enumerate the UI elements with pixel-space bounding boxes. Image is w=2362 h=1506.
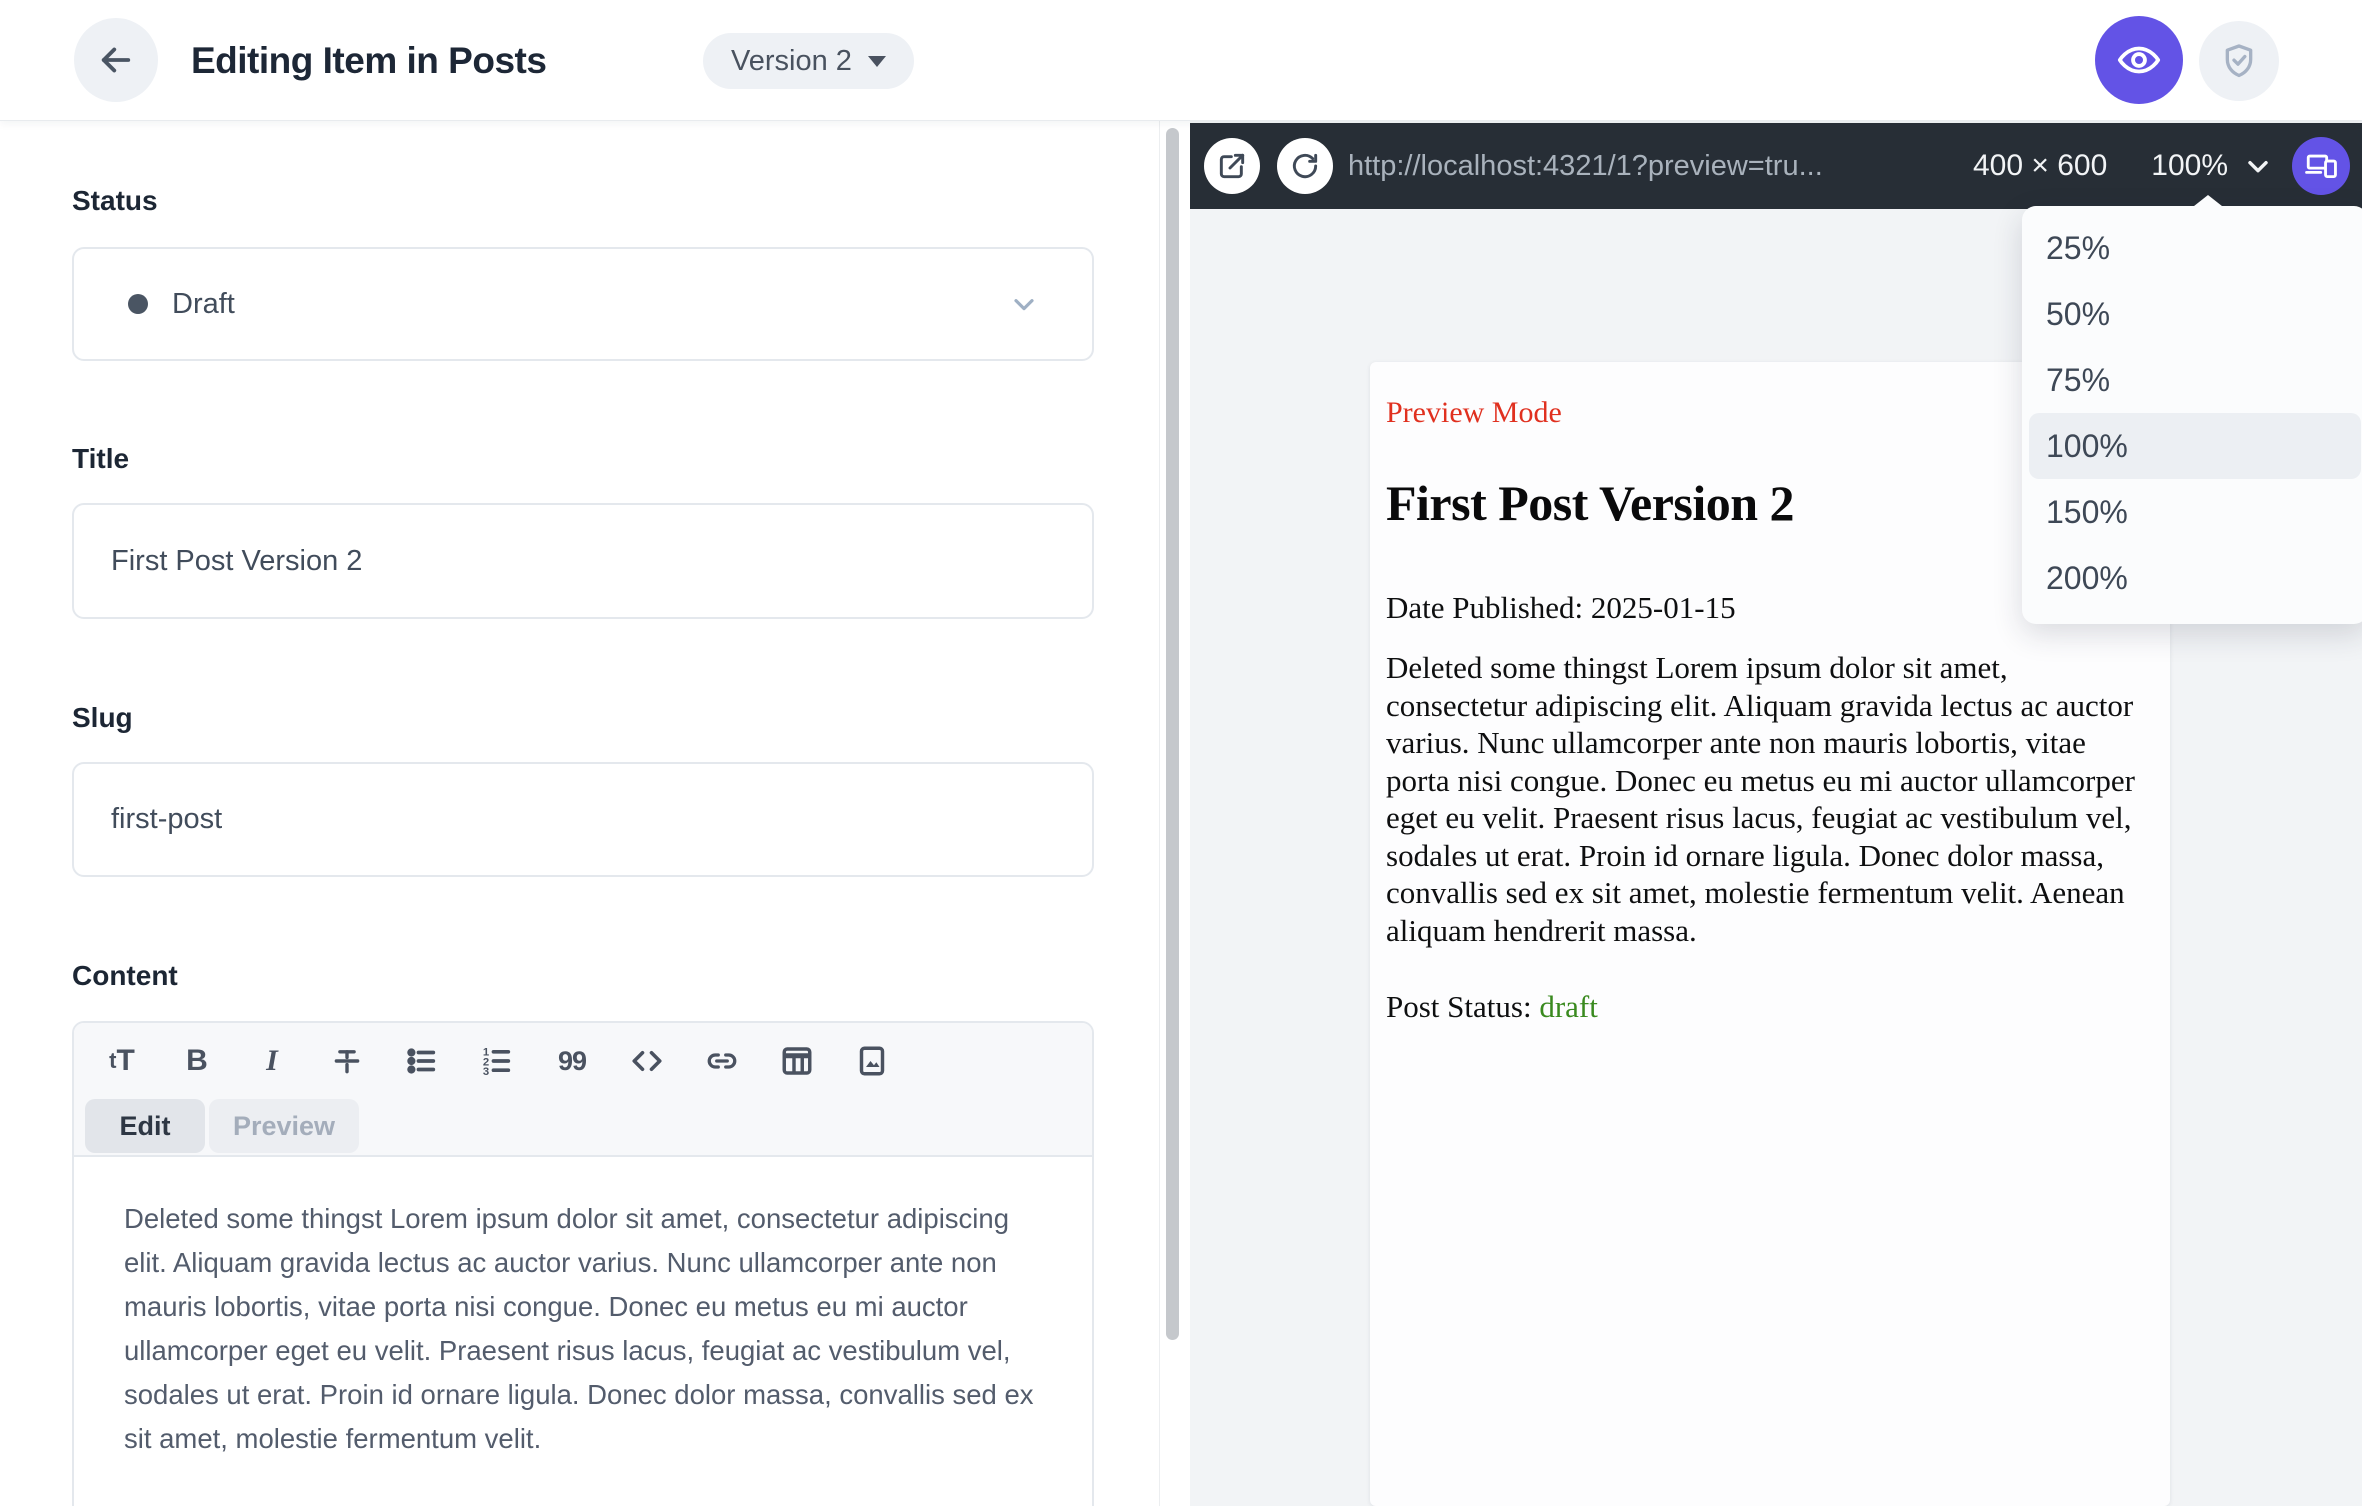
devices-icon — [2304, 149, 2338, 183]
edit-form-panel: Status Draft Title Slug Content tT B I 1… — [0, 121, 1160, 1506]
url-input[interactable]: http://localhost:4321/1?preview=tru... — [1348, 150, 1953, 183]
zoom-option-25[interactable]: 25% — [2022, 215, 2362, 281]
text-size-icon[interactable]: tT — [102, 1041, 142, 1081]
device-size-button[interactable] — [2292, 137, 2350, 195]
svg-text:3: 3 — [483, 1066, 489, 1078]
status-label: Status — [72, 185, 158, 216]
form-scrollbar[interactable] — [1166, 128, 1179, 1340]
title-label: Title — [72, 443, 130, 474]
chevron-down-icon — [2242, 150, 2274, 182]
back-button[interactable] — [74, 18, 158, 102]
bullet-list-icon[interactable] — [402, 1041, 442, 1081]
status-value: Draft — [172, 287, 235, 320]
code-icon[interactable] — [627, 1041, 667, 1081]
version-selector[interactable]: Version 2 — [703, 33, 914, 89]
status-select[interactable]: Draft — [72, 247, 1094, 361]
link-icon[interactable] — [702, 1041, 742, 1081]
status-dot-icon — [128, 294, 148, 314]
slug-input[interactable] — [72, 762, 1094, 877]
tab-preview[interactable]: Preview — [209, 1099, 359, 1153]
validation-button[interactable] — [2199, 21, 2279, 101]
bold-icon[interactable]: B — [177, 1041, 217, 1081]
caret-down-icon — [867, 55, 886, 67]
zoom-option-150[interactable]: 150% — [2022, 479, 2362, 545]
image-icon[interactable] — [852, 1041, 892, 1081]
open-in-new-button[interactable] — [1204, 138, 1260, 194]
zoom-dropdown-menu: 25% 50% 75% 100% 150% 200% — [2022, 206, 2362, 624]
zoom-option-75[interactable]: 75% — [2022, 347, 2362, 413]
preview-body-text: Deleted some thingst Lorem ipsum dolor s… — [1386, 650, 2135, 948]
zoom-option-200[interactable]: 200% — [2022, 545, 2362, 611]
shield-check-icon — [2219, 41, 2259, 81]
app-header: Editing Item in Posts Version 2 — [0, 0, 2362, 121]
blockquote-icon[interactable]: 99 — [552, 1041, 592, 1081]
eye-icon — [2116, 37, 2162, 83]
preview-toolbar: http://localhost:4321/1?preview=tru... 4… — [1190, 123, 2362, 209]
table-icon[interactable] — [777, 1041, 817, 1081]
editor-toolbar: tT B I 123 99 — [74, 1023, 1092, 1099]
content-label: Content — [72, 960, 178, 991]
zoom-option-50[interactable]: 50% — [2022, 281, 2362, 347]
status-value-draft: draft — [1539, 989, 1598, 1024]
back-arrow-icon — [95, 39, 137, 81]
zoom-value: 100% — [2151, 149, 2228, 182]
title-input[interactable] — [72, 503, 1094, 619]
viewport-dimensions: 400 × 600 — [1972, 149, 2108, 182]
refresh-button[interactable] — [1277, 138, 1333, 194]
strikethrough-icon[interactable] — [327, 1041, 367, 1081]
content-textarea[interactable]: Deleted some thingst Lorem ipsum dolor s… — [74, 1157, 1092, 1506]
dropdown-caret — [2189, 195, 2227, 210]
chevron-down-icon — [1008, 288, 1040, 320]
preview-pane: http://localhost:4321/1?preview=tru... 4… — [1190, 121, 2362, 1506]
editor-tabs: Edit Preview — [74, 1099, 1092, 1157]
ordered-list-icon[interactable]: 123 — [477, 1041, 517, 1081]
slug-label: Slug — [72, 702, 133, 733]
preview-toggle-button[interactable] — [2095, 16, 2183, 104]
italic-icon[interactable]: I — [252, 1041, 292, 1081]
preview-post-status: Post Status: draft — [1386, 989, 1598, 1024]
content-editor: tT B I 123 99 Edit Preview Deleted some … — [72, 1021, 1094, 1506]
version-label: Version 2 — [731, 44, 852, 77]
page-title: Editing Item in Posts — [191, 39, 547, 81]
panel-divider — [1159, 121, 1160, 1506]
zoom-selector[interactable]: 100% — [2151, 149, 2274, 183]
refresh-icon — [1289, 150, 1321, 182]
open-in-new-icon — [1216, 150, 1248, 182]
zoom-option-100[interactable]: 100% — [2029, 413, 2361, 479]
tab-edit[interactable]: Edit — [85, 1099, 205, 1153]
